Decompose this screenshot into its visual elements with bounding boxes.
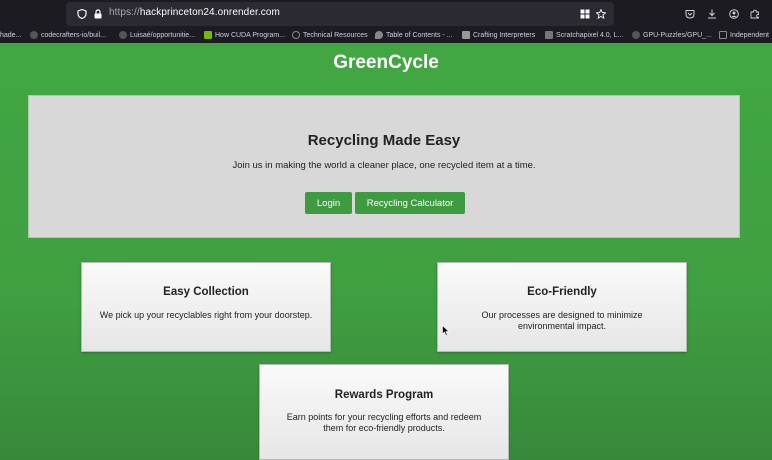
pin-icon	[375, 31, 383, 39]
bookmark-star-icon[interactable]	[596, 9, 606, 19]
pocket-icon[interactable]	[685, 9, 695, 19]
page-content: GreenCycle Recycling Made Easy Join us i…	[0, 43, 772, 460]
bookmark-item[interactable]: Scratchapixel 4.0, L...	[545, 29, 623, 41]
recycling-calculator-button[interactable]: Recycling Calculator	[355, 192, 465, 214]
feature-title: Easy Collection	[163, 286, 249, 298]
url-protocol: https://	[109, 7, 140, 18]
feature-text: Earn points for your recycling efforts a…	[286, 412, 482, 433]
bookmark-item[interactable]: Independent	[719, 29, 769, 41]
site-title: GreenCycle	[333, 52, 439, 73]
bookmark-item[interactable]: Crafting Interpreters	[462, 29, 535, 41]
feature-card-rewards-program: Rewards Program Earn points for your rec…	[259, 364, 509, 460]
bookmark-item[interactable]: Table of Contents - ...	[375, 29, 453, 41]
login-button[interactable]: Login	[305, 192, 352, 214]
feature-title: Rewards Program	[334, 389, 434, 401]
browser-chrome: https://hackprinceton24.onrender.com had…	[0, 0, 772, 43]
lock-icon[interactable]	[93, 9, 103, 19]
bookmark-item[interactable]: Luisaé/opportunitie...	[119, 29, 195, 41]
github-icon	[30, 31, 38, 39]
bookmark-item[interactable]: hade...	[0, 29, 21, 41]
github-icon	[632, 31, 640, 39]
hero-subtitle: Join us in making the world a cleaner pl…	[232, 160, 536, 171]
globe-icon	[292, 31, 300, 39]
feature-card-eco-friendly: Eco-Friendly Our processes are designed …	[437, 262, 687, 352]
grid-icon[interactable]	[580, 9, 590, 19]
url-host: hackprinceton24.onrender.com	[139, 7, 280, 18]
bookmark-item[interactable]: How CUDA Program...	[204, 29, 285, 41]
github-icon	[119, 31, 127, 39]
hero-section: Recycling Made Easy Join us in making th…	[28, 95, 740, 238]
url-text[interactable]: https://hackprinceton24.onrender.com	[109, 7, 280, 18]
hero-heading: Recycling Made Easy	[307, 132, 461, 149]
download-icon[interactable]	[707, 9, 717, 19]
folder-icon	[719, 31, 727, 39]
feature-title: Eco-Friendly	[527, 286, 597, 298]
bookmarks-bar: hade... codecrafters-io/buil... Luisaé/o…	[0, 27, 772, 43]
mouse-cursor-icon	[442, 325, 450, 336]
page-icon	[462, 31, 470, 39]
feature-card-easy-collection: Easy Collection We pick up your recyclab…	[81, 262, 331, 352]
shield-icon[interactable]	[77, 9, 87, 19]
nvidia-icon	[204, 31, 212, 39]
feature-text: We pick up your recyclables right from y…	[99, 310, 313, 320]
feature-text: Our processes are designed to minimize e…	[481, 310, 643, 331]
page-icon	[545, 31, 553, 39]
url-bar[interactable]: https://hackprinceton24.onrender.com	[66, 2, 614, 26]
bookmark-item[interactable]: Technical Resources	[292, 29, 368, 41]
bookmark-item[interactable]: GPU-Puzzles/GPU_...	[632, 29, 712, 41]
account-icon[interactable]	[729, 9, 739, 19]
bookmark-item[interactable]: codecrafters-io/buil...	[30, 29, 106, 41]
extensions-icon[interactable]	[750, 9, 760, 19]
